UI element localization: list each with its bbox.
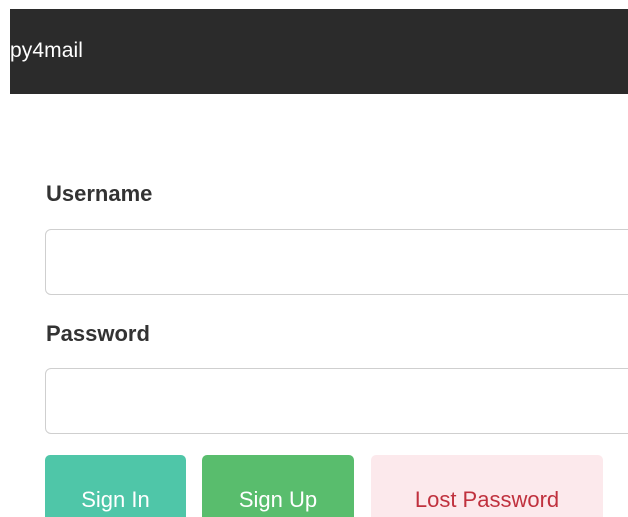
- username-input[interactable]: [45, 229, 628, 295]
- password-label: Password: [46, 321, 150, 346]
- navbar: py4mail: [10, 9, 628, 94]
- login-page: py4mail Username Password Sign In Sign U…: [0, 0, 628, 517]
- sign-up-button[interactable]: Sign Up: [202, 455, 354, 517]
- sign-in-button[interactable]: Sign In: [45, 455, 186, 517]
- brand-link[interactable]: py4mail: [10, 39, 83, 63]
- lost-password-button[interactable]: Lost Password: [371, 455, 603, 517]
- username-label: Username: [46, 181, 153, 206]
- password-input[interactable]: [45, 368, 628, 434]
